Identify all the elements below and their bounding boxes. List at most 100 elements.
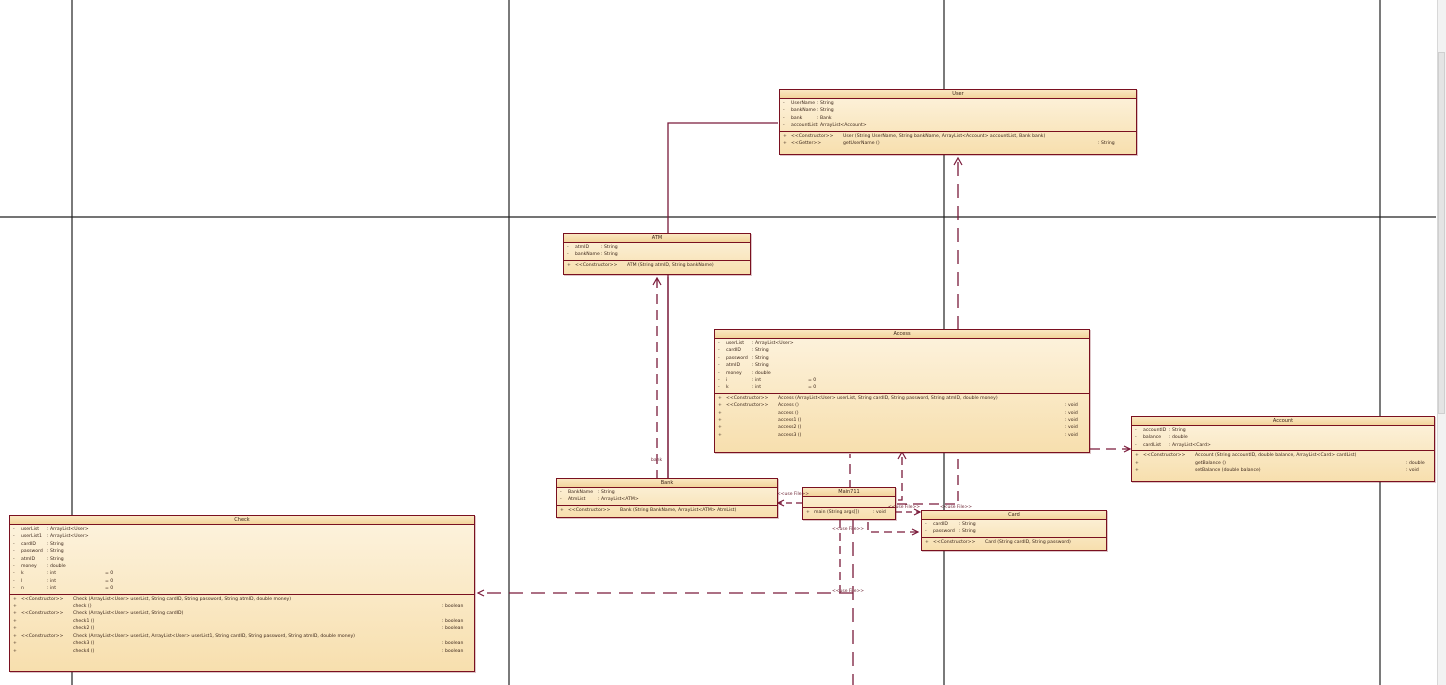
class-member-row: + access (): void — [718, 410, 1085, 417]
member-signature: access () — [778, 410, 799, 416]
member-return-type: : void — [1065, 418, 1078, 424]
member-stereotype — [21, 640, 73, 647]
member-visibility: - — [1135, 435, 1137, 441]
class-account[interactable]: Account - accountID: String - balance : dou… — [1131, 416, 1435, 482]
member-name: i — [726, 378, 728, 384]
member-name: atmID — [726, 363, 740, 369]
member-name: balance — [1143, 435, 1162, 441]
member-signature: getBalance () — [1195, 460, 1226, 466]
class-bank-title: Bank — [557, 479, 777, 488]
class-check-operations: + <<Constructor>> Check (ArrayList<User> u… — [10, 595, 474, 656]
member-signature: setBalance (double balance) — [1195, 468, 1261, 474]
member-return-type: : boolean — [442, 626, 464, 632]
member-name: atmID — [21, 556, 35, 562]
class-main711[interactable]: Main711 + main (String args[]): void — [802, 487, 896, 520]
class-member-row: - password: String — [925, 528, 1102, 535]
member-return-type: : void — [1065, 432, 1078, 438]
class-member-row: -k: int = 0 — [13, 570, 470, 577]
member-stereotype: <<Constructor>> — [568, 507, 611, 513]
class-member-row: - balance : double — [1135, 434, 1430, 441]
member-stereotype: <<Constructor>> — [1143, 453, 1186, 459]
member-signature: Bank (String BankName, ArrayList<ATM> At… — [620, 507, 737, 513]
class-member-row: - atmID: String — [718, 362, 1085, 369]
member-stereotype — [21, 648, 73, 655]
member-visibility: + — [1135, 468, 1139, 474]
member-signature: Check (ArrayList<User> userList, String … — [73, 596, 292, 602]
class-atm[interactable]: ATM - atmID: String - bankName: String + <<… — [563, 233, 751, 275]
member-signature: check3 () — [73, 641, 95, 647]
class-member-row: + <<Constructor>> Check (ArrayList<User> u… — [13, 610, 470, 617]
class-bank-attributes: - BankName: String - AtmList: ArrayList<AT… — [557, 488, 777, 506]
class-user[interactable]: User - UserName: String - bankName: String… — [779, 89, 1137, 155]
member-visibility: + — [806, 510, 810, 515]
member-name: password — [726, 355, 748, 361]
class-member-row: - password: String — [13, 548, 470, 555]
member-name: accountList — [791, 123, 817, 129]
member-name: cardID — [21, 541, 36, 547]
class-member-row: - atmID: String — [13, 556, 470, 563]
member-type: : double — [47, 564, 66, 570]
class-access[interactable]: Access - userList: ArrayList<User> - cardI… — [714, 329, 1090, 453]
member-stereotype — [726, 410, 778, 417]
member-visibility: - — [13, 571, 15, 577]
class-member-row: + <<Constructor>> Card (String cardID, Str… — [925, 539, 1102, 546]
class-member-row: - money: double — [13, 563, 470, 570]
class-member-row: - cardID: String — [925, 521, 1102, 528]
class-member-row: + check (): boolean — [13, 603, 470, 610]
member-name: password — [933, 529, 955, 535]
member-visibility: + — [13, 604, 17, 610]
member-visibility: + — [718, 432, 722, 438]
member-return-type: : void — [1065, 425, 1078, 431]
class-user-operations: + <<Constructor>> User (String UserName, S… — [780, 132, 1136, 149]
class-bank[interactable]: Bank - BankName: String - AtmList: ArrayLi… — [556, 478, 778, 518]
class-member-row: -k: int = 0 — [718, 384, 1085, 391]
class-member-row: + check2 (): boolean — [13, 625, 470, 632]
member-type: : double — [1169, 435, 1188, 441]
member-visibility: - — [718, 378, 720, 384]
class-member-row: + main (String args[]): void — [806, 509, 891, 516]
member-signature: access1 () — [778, 418, 802, 424]
vertical-scrollbar-thumb[interactable] — [1438, 52, 1445, 414]
member-visibility: + — [13, 648, 17, 654]
member-visibility: + — [1135, 460, 1139, 466]
member-type: : ArrayList<User> — [47, 527, 89, 532]
member-type: : int — [752, 378, 761, 384]
member-return-type: : double — [1406, 460, 1425, 466]
class-member-row: - accountList: ArrayList<Account> — [783, 122, 1132, 129]
class-account-title: Account — [1132, 417, 1434, 426]
member-name: money — [726, 370, 742, 376]
use-label-4: <<use File>> — [832, 527, 865, 532]
class-member-row: - money: double — [718, 370, 1085, 377]
member-type: : Bank — [817, 115, 832, 121]
class-check-title: Check — [10, 516, 474, 525]
member-stereotype: <<Constructor>> — [21, 596, 64, 602]
member-initial-value: = 0 — [808, 378, 817, 384]
member-visibility: - — [13, 534, 15, 540]
class-member-row: - userList: ArrayList<User> — [718, 340, 1085, 347]
member-visibility: - — [13, 549, 15, 555]
member-stereotype: <<Constructor>> — [791, 133, 834, 139]
member-type: : String — [1169, 428, 1186, 433]
member-visibility: - — [718, 348, 720, 354]
member-visibility: + — [13, 626, 17, 632]
class-account-attributes: - accountID: String - balance: double - car… — [1132, 426, 1434, 452]
member-stereotype — [726, 432, 778, 439]
class-card[interactable]: Card - cardID: String - password: String +… — [921, 510, 1107, 551]
member-name: k — [726, 385, 729, 391]
member-visibility: + — [13, 611, 17, 617]
class-check[interactable]: Check - userList: ArrayList<User> - userLi… — [9, 515, 475, 672]
class-access-attributes: - userList: ArrayList<User> - cardID: Stri… — [715, 339, 1089, 394]
class-member-row: + check3 (): boolean — [13, 640, 470, 647]
member-stereotype: <<Constructor>> — [726, 395, 769, 401]
member-visibility: + — [13, 641, 17, 647]
member-visibility: - — [783, 115, 785, 121]
class-main711-title: Main711 — [803, 488, 895, 497]
member-signature: Check (ArrayList<User> userList, ArrayLi… — [73, 633, 355, 639]
class-member-row: - password: String — [718, 355, 1085, 362]
member-visibility: + — [718, 418, 722, 424]
member-name: accountID — [1143, 428, 1167, 433]
member-stereotype: <<Constructor>> — [21, 611, 64, 617]
member-visibility: - — [13, 564, 15, 570]
member-signature: getUserName () — [843, 141, 880, 147]
class-member-row: -l: int = 0 — [13, 578, 470, 585]
